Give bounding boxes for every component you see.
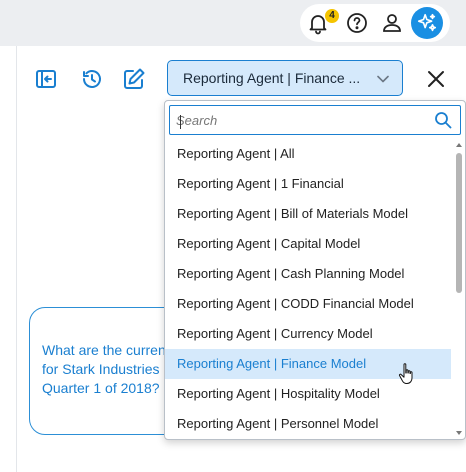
dropdown-option[interactable]: Reporting Agent | Cash Planning Model <box>165 259 451 289</box>
hand-pointer-cursor-icon <box>398 363 413 384</box>
agent-select-value: Reporting Agent | Finance ... <box>183 70 361 86</box>
dropdown-option[interactable]: Reporting Agent | Currency Model <box>165 319 451 349</box>
collapse-panel-icon[interactable] <box>33 66 59 92</box>
dropdown-option[interactable]: Reporting Agent | Bill of Materials Mode… <box>165 199 451 229</box>
search-input[interactable] <box>176 111 426 129</box>
dropdown-option[interactable]: Reporting Agent | Capital Model <box>165 229 451 259</box>
dropdown-option[interactable]: Reporting Agent | All <box>165 139 451 169</box>
close-icon[interactable] <box>427 70 445 88</box>
scroll-up-arrow-icon[interactable] <box>455 141 463 149</box>
notification-count-badge: 4 <box>325 9 339 23</box>
scroll-down-arrow-icon[interactable] <box>455 429 463 437</box>
new-chat-icon[interactable] <box>121 66 147 92</box>
scrollbar-thumb[interactable] <box>456 153 462 293</box>
dropdown-option[interactable]: Reporting Agent | 1 Financial <box>165 169 451 199</box>
history-icon[interactable] <box>79 66 105 92</box>
agent-select[interactable]: Reporting Agent | Finance ... <box>167 60 403 96</box>
help-icon[interactable] <box>345 11 369 35</box>
top-bar: 4 <box>0 0 466 46</box>
agent-dropdown-menu: Reporting Agent | All Reporting Agent | … <box>164 100 466 440</box>
search-icon[interactable] <box>434 111 452 129</box>
text-caret <box>180 115 181 129</box>
dropdown-scrollbar[interactable] <box>453 139 465 439</box>
sparkle-icon <box>417 13 437 32</box>
dropdown-option[interactable]: Reporting Agent | Personnel Model <box>165 409 451 439</box>
ai-assistant-button[interactable] <box>411 7 443 39</box>
agent-options-list: Reporting Agent | All Reporting Agent | … <box>165 139 451 439</box>
top-bar-actions: 4 <box>300 4 450 42</box>
dropdown-search[interactable] <box>169 105 461 135</box>
chevron-down-icon <box>377 75 389 83</box>
dropdown-option[interactable]: Reporting Agent | CODD Financial Model <box>165 289 451 319</box>
user-icon[interactable] <box>380 11 404 35</box>
